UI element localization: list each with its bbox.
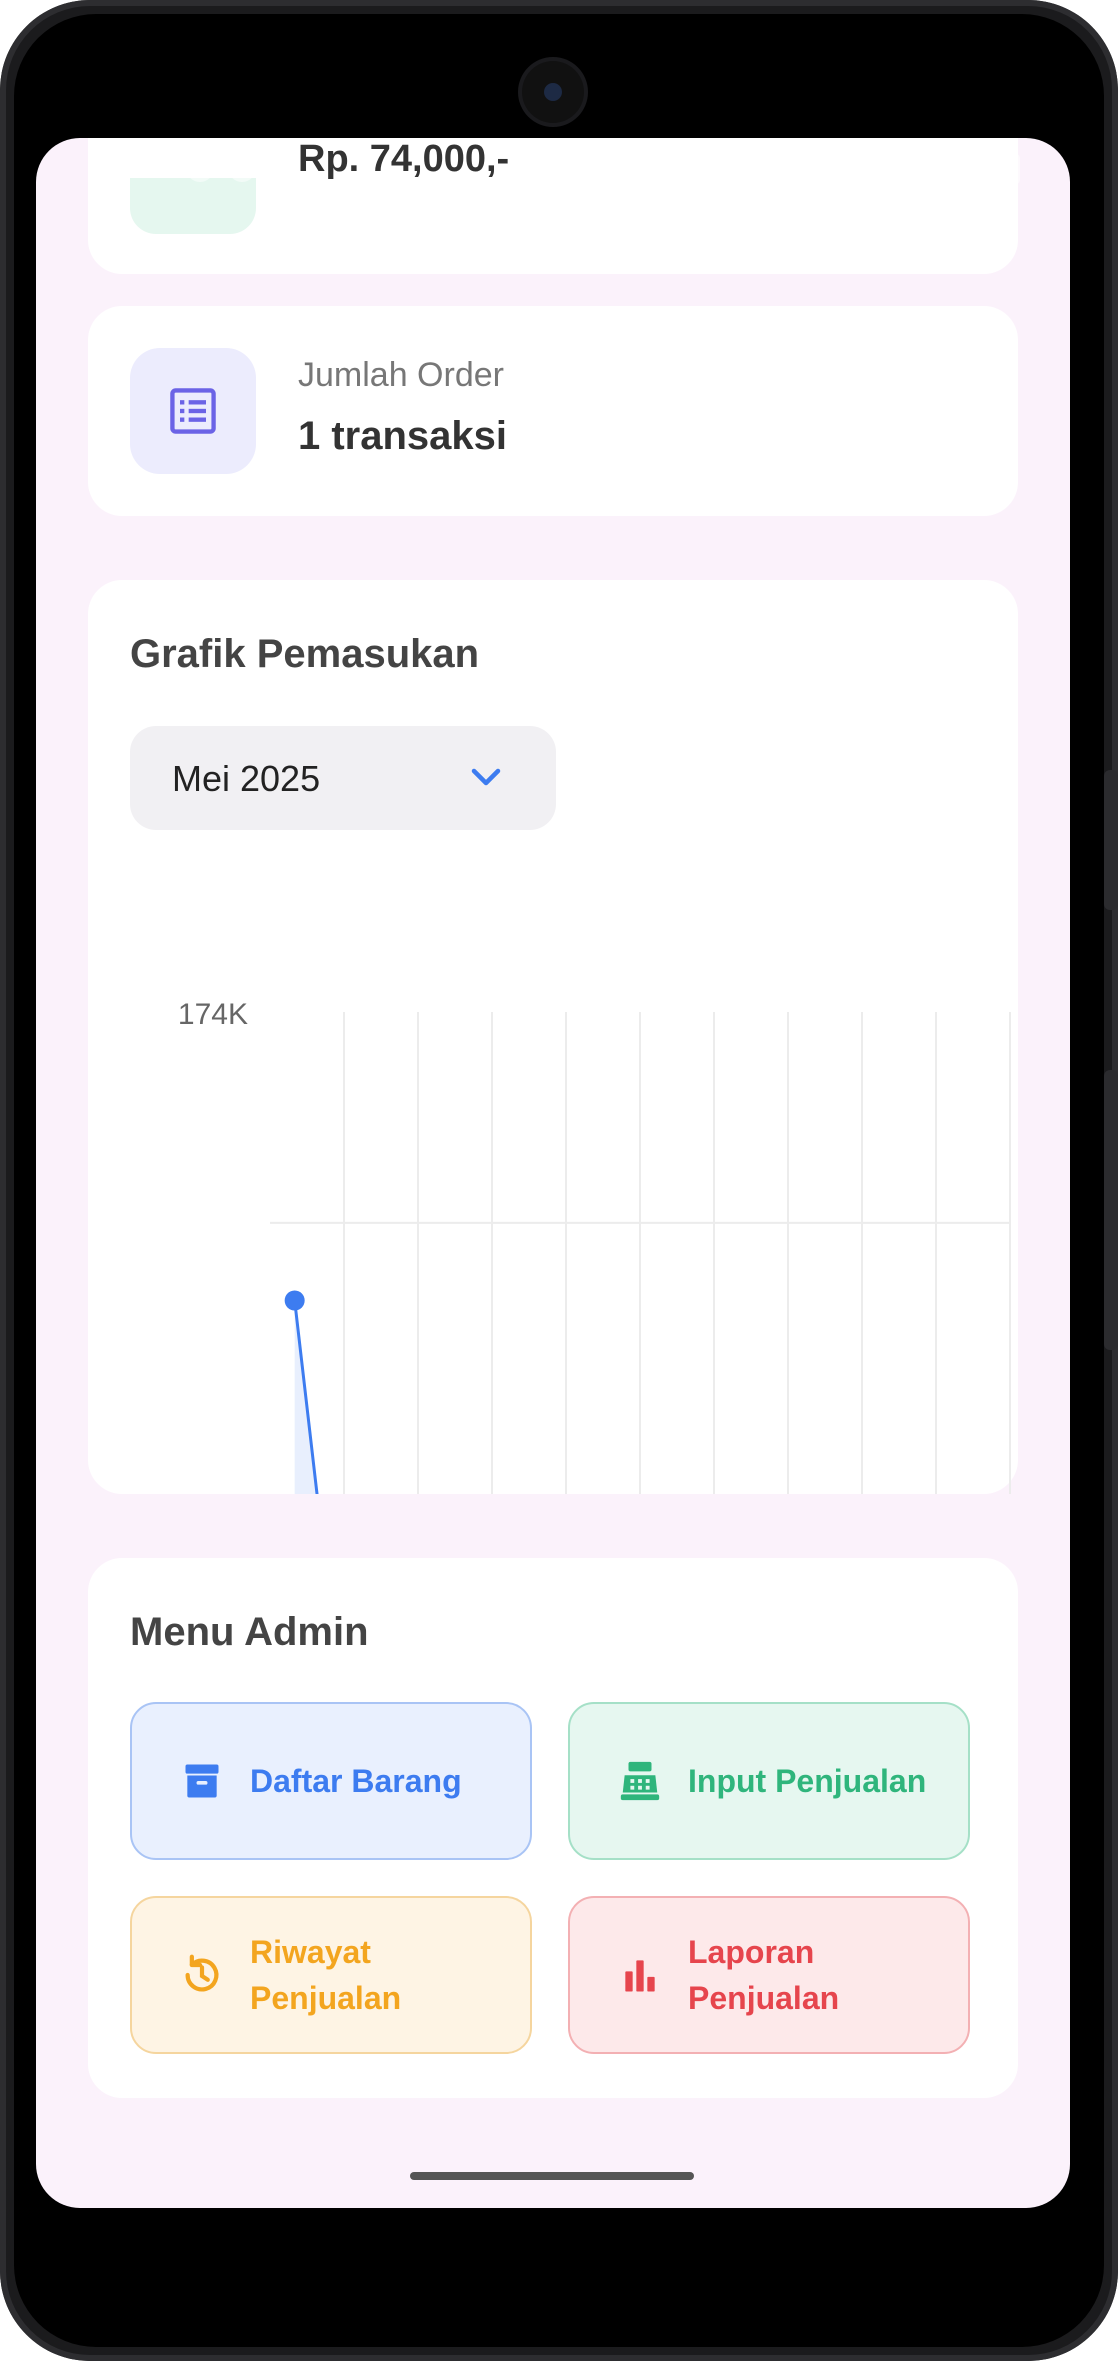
status-time: 8:54	[106, 150, 165, 183]
notification-icon	[186, 154, 214, 182]
power-button	[1104, 1070, 1118, 1350]
daftar-barang-button[interactable]: Daftar Barang	[130, 1702, 532, 1860]
daftar-barang-label: Daftar Barang	[250, 1763, 462, 1799]
status-notification-icons	[186, 154, 256, 182]
order-count-label: Jumlah Order	[298, 356, 504, 394]
bar-chart-icon	[614, 1949, 666, 2001]
volume-button	[1104, 770, 1118, 910]
status-system-icons	[898, 154, 1020, 184]
front-camera	[522, 61, 584, 123]
y-tick-label: 174K	[178, 998, 248, 1031]
wifi-icon	[898, 154, 928, 184]
history-icon	[176, 1949, 228, 2001]
home-indicator[interactable]	[410, 2172, 694, 2180]
income-line-chart: 0174K36912151821242730	[178, 998, 1011, 1494]
series-line	[293, 1300, 319, 1494]
order-count-card: Jumlah Order 1 transaksi	[88, 306, 1018, 516]
signal-icon	[944, 154, 974, 184]
riwayat-penjualan-label: Riwayat Penjualan	[250, 1934, 402, 2016]
data-point	[284, 1290, 305, 1311]
app-screen: Rp. 74,000,- 8:54 Jumlah Order 1 transak…	[36, 138, 1070, 2208]
archive-box-icon	[176, 1755, 228, 1807]
riwayat-penjualan-button[interactable]: Riwayat Penjualan	[130, 1896, 532, 2054]
admin-menu-card: Menu Admin Daftar Barang Input Penjualan…	[88, 1558, 1018, 2098]
laporan-penjualan-label: Laporan Penjualan	[688, 1934, 840, 2016]
input-penjualan-button[interactable]: Input Penjualan	[568, 1702, 970, 1860]
laporan-penjualan-button[interactable]: Laporan Penjualan	[568, 1896, 970, 2054]
cash-register-icon	[614, 1755, 666, 1807]
notification-icon	[228, 154, 256, 182]
series-area	[294, 1300, 318, 1494]
income-chart-card: Grafik Pemasukan Mei 2025 0174K369121518…	[88, 580, 1018, 1494]
input-penjualan-label: Input Penjualan	[688, 1763, 927, 1799]
status-bar: 8:54	[36, 138, 1070, 200]
battery-icon	[990, 154, 1020, 184]
list-icon	[130, 348, 256, 474]
admin-menu-title: Menu Admin	[130, 1610, 369, 1654]
order-count-value: 1 transaksi	[298, 414, 508, 458]
